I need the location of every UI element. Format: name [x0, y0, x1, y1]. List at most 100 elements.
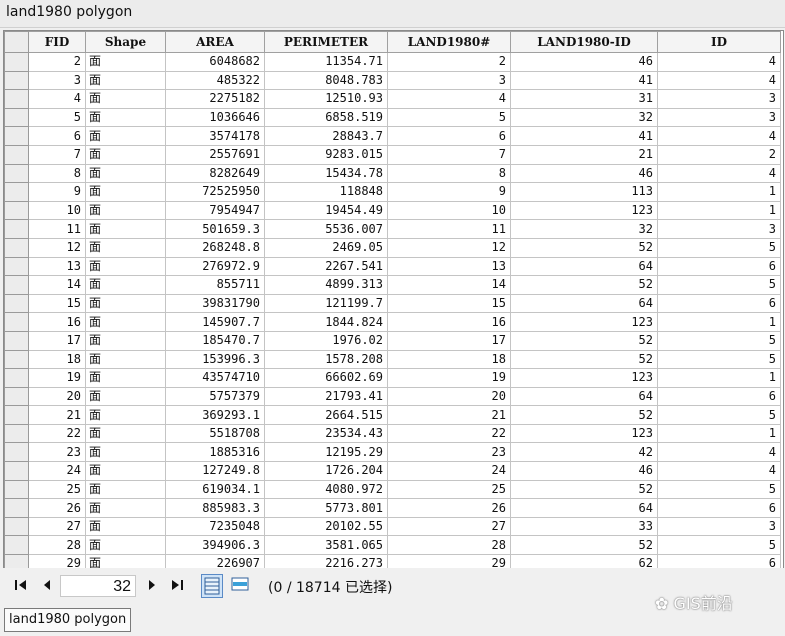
table-cell: 16: [387, 312, 511, 332]
row-selector[interactable]: [4, 516, 29, 537]
row-selector[interactable]: [4, 107, 29, 128]
table-row[interactable]: 22 面 5518708 23534.43 22 123 1: [4, 423, 781, 444]
table-row[interactable]: 5 面 1036646 6858.519 5 32 3: [4, 107, 781, 128]
previous-record-button[interactable]: [38, 577, 56, 597]
table-row[interactable]: 15 面 39831790 121199.7 15 64 6: [4, 293, 781, 314]
table-cell: 2: [657, 144, 781, 165]
table-row[interactable]: 25 面 619034.1 4080.972 25 52 5: [4, 479, 781, 500]
table-cell: 39831790: [165, 293, 265, 314]
table-row[interactable]: 2 面 6048682 11354.71 2 46 4: [4, 52, 781, 72]
table-cell: 66602.69: [264, 368, 388, 388]
row-selector[interactable]: [4, 89, 29, 109]
row-selector[interactable]: [4, 535, 29, 556]
row-selector[interactable]: [4, 461, 29, 481]
row-selector[interactable]: [4, 219, 29, 239]
table-cell: 3: [657, 219, 781, 239]
row-selector[interactable]: [4, 293, 29, 314]
table-row[interactable]: 12 面 268248.8 2469.05 12 52 5: [4, 237, 781, 258]
column-header[interactable]: LAND1980-ID: [510, 31, 658, 53]
last-record-button[interactable]: [168, 577, 186, 597]
table-cell: 面: [85, 126, 166, 146]
column-header[interactable]: Shape: [85, 31, 166, 53]
row-selector[interactable]: [4, 312, 29, 332]
row-selector[interactable]: [4, 163, 29, 184]
table-cell: 5: [28, 107, 86, 128]
row-selector[interactable]: [4, 423, 29, 444]
table-row[interactable]: 28 面 394906.3 3581.065 28 52 5: [4, 535, 781, 556]
table-row[interactable]: 8 面 8282649 15434.78 8 46 4: [4, 163, 781, 184]
row-selector[interactable]: [4, 479, 29, 500]
row-selector[interactable]: [4, 126, 29, 146]
table-cell: 5518708: [165, 423, 265, 444]
table-cell: 885983.3: [165, 498, 265, 518]
table-row[interactable]: 6 面 3574178 28843.7 6 41 4: [4, 126, 781, 146]
table-row[interactable]: 16 面 145907.7 1844.824 16 123 1: [4, 312, 781, 332]
row-selector[interactable]: [4, 256, 29, 277]
table-cell: 5: [657, 275, 781, 295]
table-row[interactable]: 29 面 226907 2216.273 29 62 6: [4, 554, 781, 568]
table-row[interactable]: 23 面 1885316 12195.29 23 42 4: [4, 442, 781, 463]
table-row[interactable]: 17 面 185470.7 1976.02 17 52 5: [4, 330, 781, 351]
row-selector[interactable]: [4, 200, 29, 221]
table-row[interactable]: 7 面 2557691 9283.015 7 21 2: [4, 144, 781, 165]
table-row[interactable]: 18 面 153996.3 1578.208 18 52 5: [4, 349, 781, 370]
row-selector[interactable]: [4, 275, 29, 295]
current-record-input[interactable]: 32: [60, 575, 136, 597]
table-row[interactable]: 9 面 72525950 118848 9 113 1: [4, 182, 781, 202]
table-cell: 25: [387, 479, 511, 500]
show-selected-records-button[interactable]: [230, 574, 252, 598]
row-selector[interactable]: [4, 330, 29, 351]
column-header[interactable]: ID: [657, 31, 781, 53]
table-row[interactable]: 24 面 127249.8 1726.204 24 46 4: [4, 461, 781, 481]
row-selector[interactable]: [4, 52, 29, 72]
table-cell: 4: [657, 126, 781, 146]
row-selector[interactable]: [4, 349, 29, 370]
table-cell: 6: [657, 386, 781, 407]
header-row: FID Shape AREA PERIMETER LAND1980# LAND1980-I…: [4, 31, 781, 53]
row-selector[interactable]: [4, 442, 29, 463]
next-record-button[interactable]: [143, 577, 161, 597]
table-row[interactable]: 13 面 276972.9 2267.541 13 64 6: [4, 256, 781, 277]
table-row[interactable]: 10 面 7954947 19454.49 10 123 1: [4, 200, 781, 221]
column-header[interactable]: LAND1980#: [387, 31, 511, 53]
attribute-table[interactable]: FID Shape AREA PERIMETER LAND1980# LAND1980-I…: [3, 30, 784, 569]
table-row[interactable]: 14 面 855711 4899.313 14 52 5: [4, 275, 781, 295]
table-row[interactable]: 11 面 501659.3 5536.007 11 32 3: [4, 219, 781, 239]
row-selector[interactable]: [4, 144, 29, 165]
table-cell: 32: [510, 219, 658, 239]
table-cell: 16: [28, 312, 86, 332]
table-row[interactable]: 20 面 5757379 21793.41 20 64 6: [4, 386, 781, 407]
column-header[interactable]: FID: [28, 31, 86, 53]
table-cell: 8: [387, 163, 511, 184]
column-header[interactable]: AREA: [165, 31, 265, 53]
table-cell: 26: [387, 498, 511, 518]
table-row[interactable]: 4 面 2275182 12510.93 4 31 3: [4, 89, 781, 109]
table-cell: 11354.71: [264, 52, 388, 72]
table-row[interactable]: 19 面 43574710 66602.69 19 123 1: [4, 368, 781, 388]
table-row[interactable]: 21 面 369293.1 2664.515 21 52 5: [4, 405, 781, 425]
row-selector[interactable]: [4, 237, 29, 258]
table-cell: 52: [510, 479, 658, 500]
table-row[interactable]: 26 面 885983.3 5773.801 26 64 6: [4, 498, 781, 518]
row-selector[interactable]: [4, 182, 29, 202]
table-cell: 7235048: [165, 516, 265, 537]
row-selector[interactable]: [4, 70, 29, 91]
row-selector[interactable]: [4, 554, 29, 568]
show-all-records-button[interactable]: [201, 574, 223, 598]
show-all-records-icon: [204, 577, 220, 595]
row-selector[interactable]: [4, 386, 29, 407]
table-row[interactable]: 3 面 485322 8048.783 3 41 4: [4, 70, 781, 91]
table-cell: 5: [657, 479, 781, 500]
table-row[interactable]: 27 面 7235048 20102.55 27 33 3: [4, 516, 781, 537]
last-record-icon: [172, 580, 183, 590]
row-selector[interactable]: [4, 498, 29, 518]
table-cell: 面: [85, 52, 166, 72]
table-cell: 52: [510, 330, 658, 351]
row-selector[interactable]: [4, 368, 29, 388]
first-record-button[interactable]: [12, 577, 30, 597]
row-selector[interactable]: [4, 405, 29, 425]
table-tab[interactable]: land1980 polygon: [4, 608, 132, 632]
column-header[interactable]: PERIMETER: [264, 31, 388, 53]
table-cell: 面: [85, 107, 166, 128]
select-all-header[interactable]: [4, 31, 29, 53]
